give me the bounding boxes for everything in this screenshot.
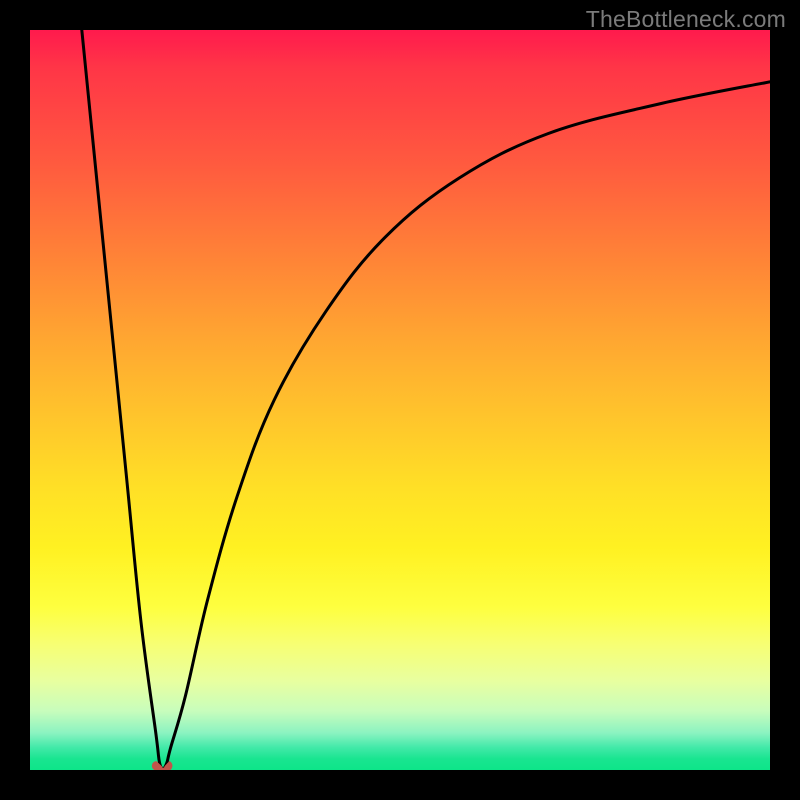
curve-right-branch	[163, 82, 770, 770]
chart-svg	[30, 30, 770, 770]
watermark-text: TheBottleneck.com	[586, 6, 786, 33]
minimum-marker	[152, 762, 172, 770]
bottleneck-curve	[82, 30, 770, 770]
plot-area	[30, 30, 770, 770]
chart-frame: TheBottleneck.com	[0, 0, 800, 800]
curve-left-branch	[82, 30, 163, 770]
